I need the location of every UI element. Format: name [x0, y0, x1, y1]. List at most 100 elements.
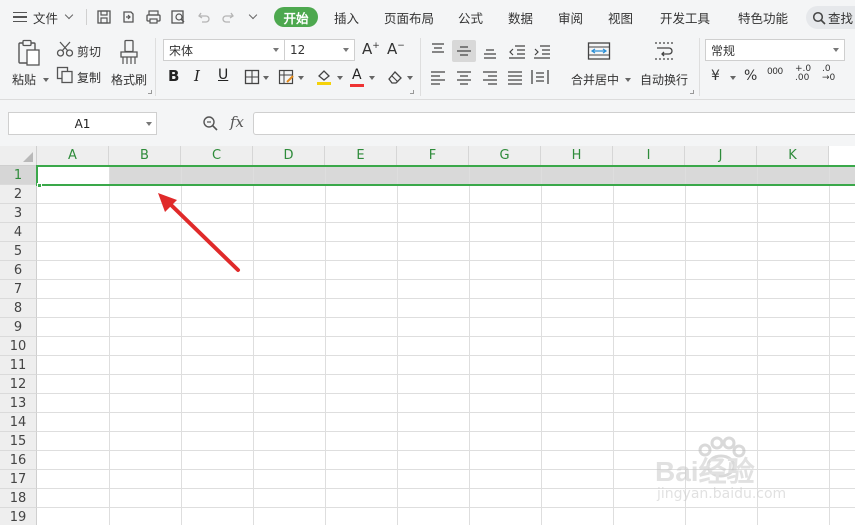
column-header-f[interactable]: F: [397, 146, 469, 166]
align-middle-icon[interactable]: [456, 43, 472, 59]
file-menu[interactable]: 文件: [13, 0, 74, 34]
align-top-icon[interactable]: [430, 42, 446, 58]
format-painter-icon[interactable]: [118, 39, 140, 67]
increase-indent-icon[interactable]: [533, 43, 551, 59]
number-format-combo[interactable]: 常规: [705, 39, 845, 61]
chevron-down-icon[interactable]: [337, 76, 343, 80]
fill-handle[interactable]: [37, 183, 42, 188]
tab-formulas[interactable]: 公式: [458, 0, 483, 34]
quick-access-more-icon[interactable]: [248, 10, 258, 20]
column-header-g[interactable]: G: [469, 146, 541, 166]
print-icon[interactable]: [145, 9, 162, 25]
column-header-h[interactable]: H: [541, 146, 613, 166]
chevron-down-icon[interactable]: [298, 76, 304, 80]
row-header-15[interactable]: 15: [0, 432, 37, 451]
row-header-16[interactable]: 16: [0, 451, 37, 470]
decrease-indent-icon[interactable]: [508, 43, 526, 59]
name-box[interactable]: A1: [8, 112, 157, 135]
row-header-7[interactable]: 7: [0, 280, 37, 299]
column-header-i[interactable]: I: [613, 146, 685, 166]
cut-icon[interactable]: [56, 40, 74, 58]
row-header-10[interactable]: 10: [0, 337, 37, 356]
cut-button[interactable]: 剪切: [77, 43, 101, 60]
paste-icon[interactable]: [16, 39, 42, 67]
decrease-decimal-icon[interactable]: .0 →0: [822, 65, 835, 83]
currency-button[interactable]: ¥: [711, 68, 720, 84]
tab-data[interactable]: 数据: [508, 0, 533, 34]
merge-center-icon[interactable]: [587, 40, 611, 62]
row-header-12[interactable]: 12: [0, 375, 37, 394]
search-button[interactable]: 查找: [806, 6, 855, 29]
tab-page-layout[interactable]: 页面布局: [384, 0, 434, 34]
chevron-down-icon[interactable]: [407, 76, 413, 80]
wrap-text-button[interactable]: 自动换行: [640, 71, 688, 88]
row-header-6[interactable]: 6: [0, 261, 37, 280]
thousands-separator-button[interactable]: 000: [767, 67, 783, 77]
align-center-icon[interactable]: [456, 70, 472, 86]
formula-input[interactable]: [253, 112, 855, 135]
row-header-11[interactable]: 11: [0, 356, 37, 375]
decrease-font-size-icon[interactable]: A−: [387, 40, 405, 58]
percent-button[interactable]: %: [744, 68, 757, 84]
row-header-8[interactable]: 8: [0, 299, 37, 318]
column-header-a[interactable]: A: [37, 146, 109, 166]
align-right-icon[interactable]: [482, 70, 498, 86]
align-left-icon[interactable]: [430, 70, 446, 86]
align-bottom-icon[interactable]: [482, 44, 498, 60]
clipboard-dialog-launcher[interactable]: [148, 90, 152, 94]
chevron-down-icon[interactable]: [369, 76, 375, 80]
increase-decimal-icon[interactable]: +.0.00: [795, 65, 811, 83]
fill-color-icon[interactable]: [315, 68, 333, 86]
chevron-down-icon[interactable]: [730, 76, 736, 80]
cell-style-icon[interactable]: [278, 69, 295, 85]
copy-button[interactable]: 复制: [77, 69, 101, 86]
merge-center-button[interactable]: 合并居中: [571, 71, 631, 88]
row-header-14[interactable]: 14: [0, 413, 37, 432]
row-header-1[interactable]: 1: [0, 166, 37, 185]
row-header-13[interactable]: 13: [0, 394, 37, 413]
font-size-combo[interactable]: 12: [284, 39, 355, 61]
distribute-icon[interactable]: [530, 68, 550, 86]
zoom-formula-icon[interactable]: [202, 115, 219, 132]
row-header-2[interactable]: 2: [0, 185, 37, 204]
insert-function-button[interactable]: fx: [230, 113, 244, 131]
chevron-down-icon[interactable]: [263, 76, 269, 80]
alignment-dialog-launcher[interactable]: [690, 90, 694, 94]
row-header-3[interactable]: 3: [0, 204, 37, 223]
tab-special-features[interactable]: 特色功能: [738, 0, 788, 34]
column-header-j[interactable]: J: [685, 146, 757, 166]
column-header-k[interactable]: K: [757, 146, 829, 166]
borders-icon[interactable]: [244, 69, 260, 85]
format-painter-button[interactable]: 格式刷: [111, 71, 147, 88]
row-header-9[interactable]: 9: [0, 318, 37, 337]
underline-button[interactable]: U: [218, 67, 228, 83]
column-header-e[interactable]: E: [325, 146, 397, 166]
tab-review[interactable]: 审阅: [558, 0, 583, 34]
font-color-button[interactable]: A: [352, 67, 362, 83]
tab-developer[interactable]: 开发工具: [660, 0, 710, 34]
wrap-text-icon[interactable]: [652, 40, 676, 62]
justify-icon[interactable]: [507, 70, 523, 86]
italic-button[interactable]: I: [194, 67, 200, 85]
row-header-17[interactable]: 17: [0, 470, 37, 489]
increase-font-size-icon[interactable]: A+: [362, 40, 380, 58]
save-icon[interactable]: [96, 9, 112, 25]
row-header-5[interactable]: 5: [0, 242, 37, 261]
column-header-c[interactable]: C: [181, 146, 253, 166]
copy-icon[interactable]: [56, 66, 74, 84]
select-all-button[interactable]: [0, 146, 37, 166]
font-name-combo[interactable]: 宋体: [163, 39, 285, 61]
tab-view[interactable]: 视图: [608, 0, 633, 34]
column-header-b[interactable]: B: [109, 146, 181, 166]
eraser-icon[interactable]: [386, 69, 404, 85]
tab-home[interactable]: 开始: [274, 7, 318, 27]
column-header-d[interactable]: D: [253, 146, 325, 166]
redo-icon[interactable]: [221, 10, 235, 24]
undo-icon[interactable]: [197, 10, 211, 24]
tab-insert[interactable]: 插入: [334, 0, 359, 34]
paste-button[interactable]: 粘贴: [12, 71, 49, 88]
row-header-19[interactable]: 19: [0, 508, 37, 525]
font-dialog-launcher[interactable]: [410, 90, 414, 94]
bold-button[interactable]: B: [168, 67, 179, 85]
row-header-18[interactable]: 18: [0, 489, 37, 508]
